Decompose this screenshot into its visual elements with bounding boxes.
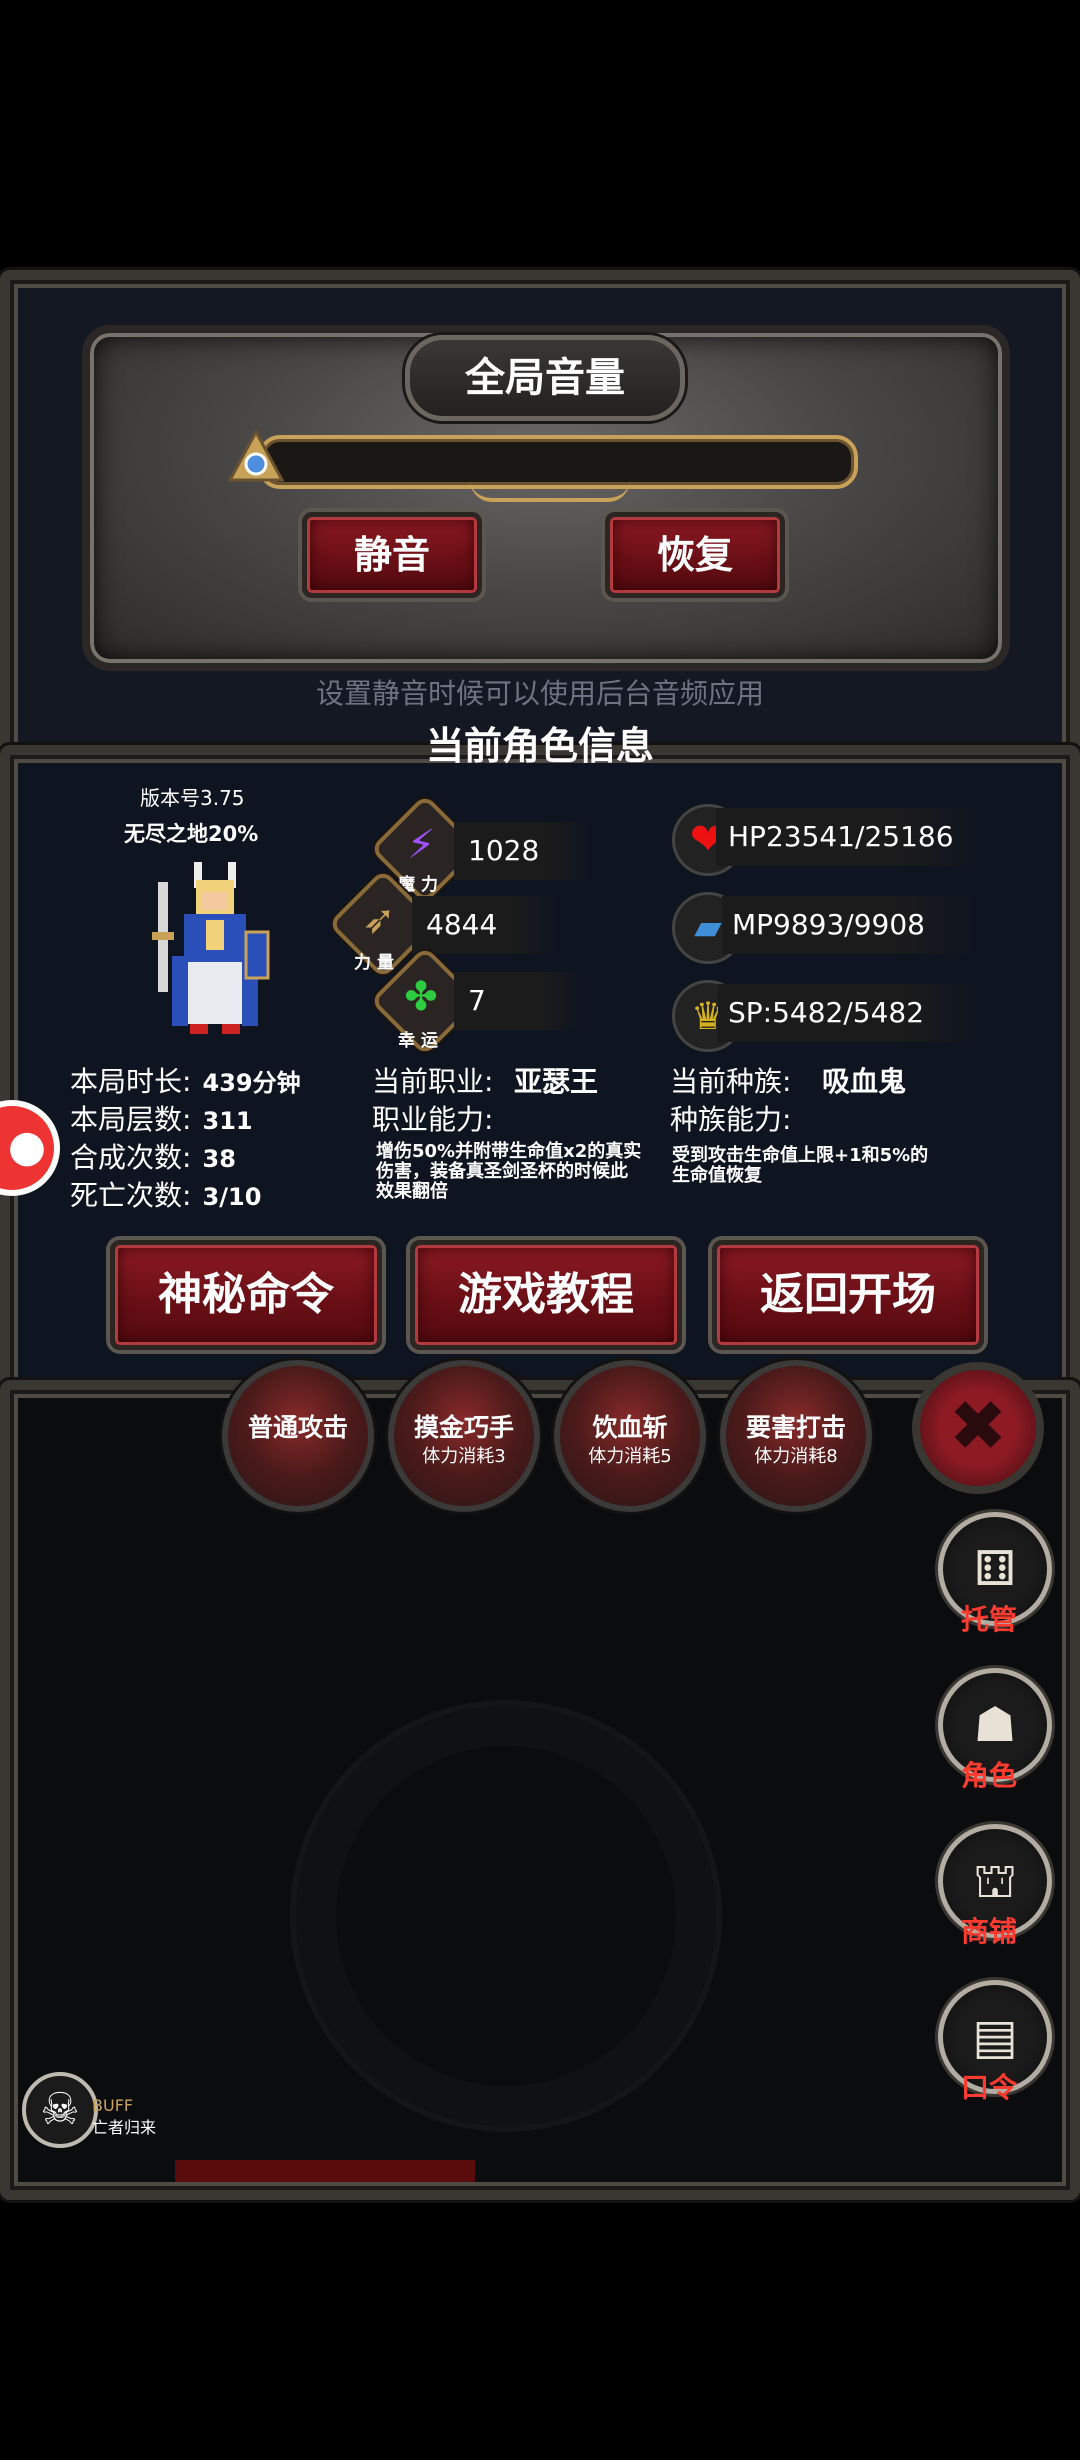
skill-name: 饮血斩 — [592, 1413, 668, 1442]
buff-title: BUFF — [92, 2096, 134, 2115]
job-value: 亚瑟王 — [514, 1065, 599, 1098]
race-ability-label: 种族能力: — [670, 1103, 792, 1136]
stat-value: 3/10 — [202, 1183, 262, 1211]
skill-cost: 体力消耗5 — [588, 1446, 672, 1467]
shop-icon: ⛫ — [972, 1853, 1018, 1909]
hero-sprite-icon — [152, 862, 270, 1034]
skill-name: 普通攻击 — [247, 1413, 348, 1442]
stat-value: 38 — [202, 1145, 236, 1173]
stat-row: 合成次数: 38 — [70, 1136, 330, 1174]
skill-cost: 体力消耗8 — [754, 1446, 838, 1467]
mp-value: MP9893/9908 — [722, 896, 972, 954]
volume-title: 全局音量 — [405, 335, 685, 421]
secret-command-label: 神秘命令 — [158, 1269, 334, 1320]
job-label: 当前职业: — [372, 1065, 494, 1098]
race-value: 吸血鬼 — [822, 1065, 907, 1098]
close-button[interactable]: ✖ — [912, 1362, 1044, 1494]
shop-label: 商铺 — [960, 1915, 1017, 1948]
race-ability-desc: 受到攻击生命值上限+1和5%的生命值恢复 — [672, 1145, 929, 1186]
stat-value: 439分钟 — [202, 1069, 301, 1097]
stats-list: 本局时长: 439分钟 本局层数: 311 合成次数: 38 死亡次数: 3/1… — [70, 1060, 330, 1212]
mute-button-label: 静音 — [353, 533, 430, 577]
buff-name: 亡者归来 — [92, 2118, 157, 2137]
skill-name: 要害打击 — [745, 1413, 846, 1442]
user-icon: ● — [7, 1121, 47, 1172]
mode-label: 无尽之地20% — [124, 822, 259, 846]
race-label: 当前种族: — [670, 1065, 792, 1098]
close-icon: ✖ — [948, 1385, 1008, 1467]
stat-label: 本局时长: — [70, 1065, 192, 1098]
skill-name: 摸金巧手 — [413, 1413, 514, 1442]
stat-row: 本局层数: 311 — [70, 1098, 330, 1136]
hood-icon: ☗ — [973, 1697, 1017, 1753]
magic-value: 1028 — [454, 822, 588, 880]
secret-command-button[interactable]: 神秘命令 — [110, 1240, 382, 1350]
stat-row: 本局时长: 439分钟 — [70, 1060, 330, 1098]
restore-button[interactable]: 恢复 — [605, 512, 785, 598]
volume-slider-ornament — [470, 480, 630, 502]
job-ability-desc: 增伤50%并附带生命值x2的真实伤害，装备真圣剑圣杯的时候此效果翻倍 — [376, 1141, 642, 1202]
strength-value: 4844 — [412, 896, 556, 954]
restore-button-label: 恢复 — [656, 533, 733, 577]
volume-slider-handle[interactable] — [227, 428, 285, 486]
stat-label: 死亡次数: — [70, 1179, 192, 1212]
version-label: 版本号3.75 — [140, 786, 245, 810]
dice-icon: ⚅ — [974, 1541, 1016, 1597]
role-label: 角色 — [960, 1759, 1017, 1792]
sp-value: SP:5482/5482 — [718, 984, 978, 1042]
job-ability-label: 职业能力: — [372, 1103, 494, 1136]
stat-label: 合成次数: — [70, 1141, 192, 1174]
hp-value: HP23541/25186 — [716, 808, 978, 866]
clover-icon: ✤ — [404, 974, 438, 1020]
buff-skull-icon: ☠ — [22, 2072, 98, 2148]
stat-row: 死亡次数: 3/10 — [70, 1174, 330, 1212]
bottom-red-strip — [175, 2160, 475, 2182]
volume-hint: 设置静音时候可以使用后台音频应用 — [315, 677, 764, 710]
tutorial-button[interactable]: 游戏教程 — [410, 1240, 682, 1350]
luck-value: 7 — [454, 972, 578, 1030]
luck-label: 幸 运 — [398, 1031, 438, 1051]
back-to-start-button[interactable]: 返回开场 — [712, 1240, 984, 1350]
stat-label: 本局层数: — [70, 1103, 192, 1136]
mute-button[interactable]: 静音 — [302, 512, 482, 598]
auto-label: 托管 — [960, 1603, 1017, 1636]
skill-cost: 体力消耗3 — [422, 1446, 506, 1467]
code-label: 口令 — [960, 2071, 1017, 2104]
game-area-ornament — [290, 1700, 722, 2132]
character-section-title: 当前角色信息 — [425, 724, 654, 768]
tutorial-label: 游戏教程 — [458, 1269, 634, 1320]
back-to-start-label: 返回开场 — [760, 1269, 936, 1320]
hero-avatar — [150, 862, 280, 1042]
volume-title-text: 全局音量 — [465, 355, 625, 401]
stat-value: 311 — [202, 1107, 253, 1135]
volume-handle-icon — [227, 428, 285, 482]
scroll-book-icon: ▤ — [972, 2009, 1018, 2065]
